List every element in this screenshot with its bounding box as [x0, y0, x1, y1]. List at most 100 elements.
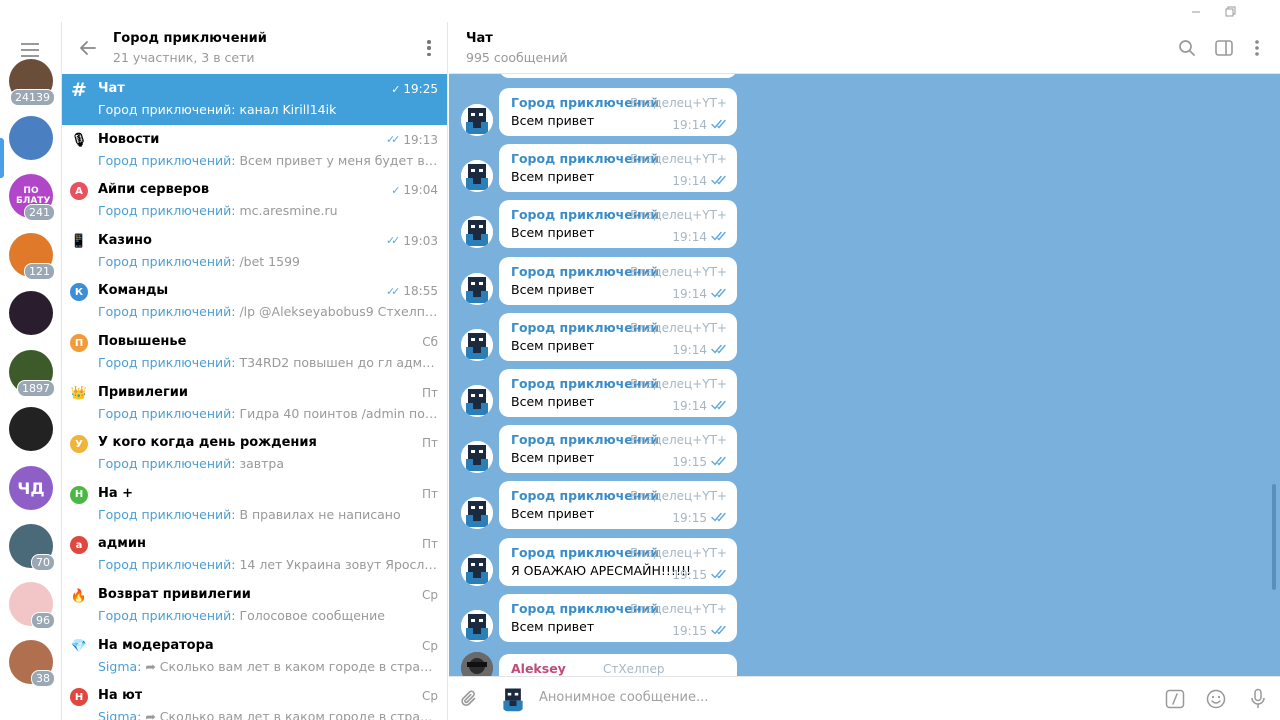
rail-chat-item[interactable]: ПО БЛАТУ 241	[9, 174, 55, 221]
topic-item[interactable]: К Команды ✓✓ 18:55 Город приключений: /lp @A…	[62, 276, 447, 327]
message[interactable]: Город приключений Владелец+YT+ Я ОБАЖАЮ АР…	[461, 536, 751, 588]
rail-chat-item[interactable]: 24139	[9, 59, 55, 106]
preview-text: T34RD2 повышен до гл админа	[235, 355, 440, 370]
rail-chat-item[interactable]: 96	[9, 582, 55, 629]
preview-sender: Sigma:	[98, 658, 142, 674]
microphone-icon[interactable]	[1246, 687, 1270, 711]
rail-chat-item[interactable]: 1897	[9, 350, 55, 397]
preview-text: ➦ Сколько вам лет в каком городе в стран…	[145, 658, 440, 674]
rail-chat-item[interactable]	[9, 407, 53, 451]
preview-text: mc.aresmine.ru	[235, 203, 338, 219]
scrollbar[interactable]	[1272, 484, 1276, 590]
message-input[interactable]: Анонимное сообщение...	[539, 690, 708, 705]
topic-preview: Город приключений: /bet 1599	[98, 254, 440, 269]
topic-time: ✓✓ 19:03	[386, 234, 438, 248]
preview-sender: Город приключений:	[98, 608, 236, 623]
group-subtitle: 21 участник, 3 в сети	[113, 50, 255, 65]
sidebar-toggle-icon[interactable]	[1212, 36, 1236, 60]
topic-item[interactable]: 📱 Казино ✓✓ 19:03 Город приключений: /bet 15…	[62, 226, 447, 277]
topic-item[interactable]: 🎙 Новости ✓✓ 19:13 Город приключений: Всем п…	[62, 125, 447, 176]
message-sender[interactable]: Aleksey	[511, 661, 566, 676]
preview-text: Голосовое сообщение	[235, 608, 385, 623]
topic-time: Ср	[422, 689, 438, 703]
minimize-icon[interactable]	[1178, 0, 1214, 22]
topic-time-text: Пт	[421, 385, 438, 400]
rail-chat-item[interactable]: 121	[9, 233, 55, 280]
message[interactable]: Город приключений Владелец+YT+ Всем привет…	[461, 479, 751, 531]
more-vertical-icon[interactable]	[1245, 36, 1269, 60]
message-time: 19:14	[672, 174, 707, 189]
topic-item[interactable]: Н На + Пт Город приключений: В правилах не …	[62, 479, 447, 530]
avatar[interactable]	[461, 441, 493, 474]
rail-chat-item[interactable]: 38	[9, 640, 55, 687]
rail-chat-item[interactable]	[9, 291, 53, 335]
topic-preview: Sigma: ➦ Сколько вам лет в каком городе …	[98, 709, 440, 720]
read-check-icon: ✓✓	[385, 234, 401, 248]
message-text: Всем привет	[511, 169, 595, 185]
topic-name: Казино	[98, 232, 152, 248]
commands-icon[interactable]	[1163, 687, 1187, 711]
avatar[interactable]	[461, 652, 493, 676]
avatar[interactable]	[461, 216, 493, 249]
message[interactable]: Город приключений Владелец+YT+ Всем привет…	[461, 86, 751, 138]
avatar[interactable]	[461, 328, 493, 361]
hamburger-menu-icon[interactable]	[16, 39, 46, 61]
avatar[interactable]	[461, 104, 493, 136]
topic-time: Пт	[422, 537, 438, 551]
message-time: 19:15	[672, 567, 707, 582]
avatar[interactable]	[461, 609, 493, 642]
topic-item[interactable]: 💎 На модератора Ср Sigma: ➦ Сколько вам лет…	[62, 631, 447, 682]
avatar[interactable]	[461, 385, 493, 417]
topic-item[interactable]: Н На ют Ср Sigma: ➦ Сколько вам лет в каком…	[62, 681, 447, 720]
topic-item[interactable]: а админ Пт Город приключений: 14 лет Украин…	[62, 529, 447, 580]
more-vertical-icon[interactable]	[424, 38, 434, 58]
message-role: Владелец+YT+	[630, 377, 727, 391]
rail-chat-item[interactable]	[9, 116, 53, 160]
topic-icon: 🎙	[70, 131, 88, 150]
avatar: ЧД	[9, 466, 53, 510]
emoji-icon[interactable]	[1204, 687, 1228, 711]
preview-text: канал Kirill14ik	[235, 102, 337, 117]
avatar[interactable]	[461, 497, 493, 530]
message-role: Владелец+YT+	[630, 320, 727, 335]
topic-preview: Город приключений: Гидра 40 поинтов /adm…	[98, 406, 440, 421]
search-icon[interactable]	[1175, 36, 1199, 60]
back-arrow-icon[interactable]	[76, 36, 100, 60]
topic-item[interactable]: 🔥 Возврат привилегии Ср Город приключений: …	[62, 580, 447, 631]
rail-chat-item[interactable]: ЧД	[9, 466, 53, 510]
chat-title[interactable]: Чат	[466, 31, 493, 46]
message[interactable]: Aleksey СтХелпер	[461, 652, 751, 676]
topic-name: Чат	[98, 81, 125, 96]
topic-preview: Город приключений: T34RD2 повышен до гл …	[98, 355, 440, 370]
topic-item[interactable]: # Чат ✓ 19:25 Город приключений: канал Kiril…	[62, 74, 447, 125]
topic-name: На ют	[98, 688, 143, 704]
topic-item[interactable]: У У кого когда день рождения Пт Город прикл…	[62, 428, 447, 479]
messages-area[interactable]: Город приключений Владелец+YT+ Всем привет…	[449, 74, 1280, 676]
message[interactable]: Город приключений Владелец+YT+ Всем привет…	[461, 255, 751, 307]
topic-icon: #	[70, 79, 88, 101]
message-bubble: Город приключений Владелец+YT+ Всем привет…	[499, 369, 737, 417]
message[interactable]: Город приключений Владелец+YT+ Всем привет…	[461, 142, 751, 194]
message-text: Всем привет	[511, 506, 595, 522]
avatar[interactable]	[461, 553, 493, 586]
restore-icon[interactable]	[1212, 0, 1248, 22]
message[interactable]: Город приключений Владелец+YT+ Всем привет…	[461, 311, 751, 363]
message-text: Я ОБАЖАЮ АРЕСМАЙН!!!!!!	[511, 562, 691, 578]
topic-item[interactable]: П Повышенье Сб Город приключений: T34RD2 по…	[62, 327, 447, 378]
message[interactable]: Город приключений Владелец+YT+ Всем привет…	[461, 592, 751, 644]
message[interactable]: Город приключений Владелец+YT+ Всем привет…	[461, 423, 751, 475]
avatar[interactable]	[461, 272, 493, 305]
message[interactable]: Город приключений Владелец+YT+ Всем привет…	[461, 367, 751, 419]
avatar[interactable]	[461, 160, 493, 193]
group-title[interactable]: Город приключений	[113, 31, 267, 46]
rail-chat-item[interactable]: 70	[9, 524, 55, 571]
message-text: Всем привет	[511, 394, 595, 409]
attach-icon[interactable]	[458, 687, 482, 711]
message[interactable]: Город приключений Владелец+YT+ Всем привет…	[461, 198, 751, 250]
topic-name: На +	[98, 485, 134, 501]
unread-badge: 70	[31, 554, 55, 571]
send-as-avatar[interactable]	[499, 685, 527, 713]
topic-item[interactable]: А Айпи серверов ✓ 19:04 Город приключений: m…	[62, 175, 447, 226]
topic-item[interactable]: 👑 Привилегии Пт Город приключений: Гидра 40…	[62, 378, 447, 429]
preview-text: завтра	[235, 456, 285, 472]
